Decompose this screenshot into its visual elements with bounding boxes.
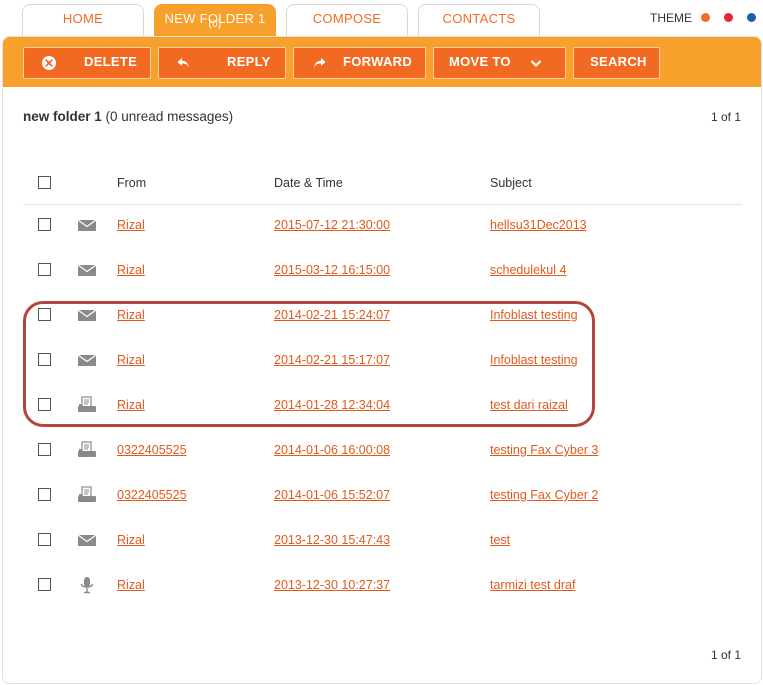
row-subject-link[interactable]: test [490, 533, 510, 547]
tab-label: CONTACTS [442, 11, 516, 26]
row-checkbox[interactable] [38, 443, 51, 456]
forward-label: FORWARD [343, 54, 413, 69]
reply-button[interactable]: REPLY [158, 47, 286, 79]
row-subject-link[interactable]: testing Fax Cyber 3 [490, 443, 598, 457]
table-row: Rizal 2014-02-21 15:17:07 Infoblast testin… [3, 340, 761, 385]
pager-bottom: 1 of 1 [710, 648, 741, 662]
row-subject-link[interactable]: tarmizi test draf [490, 578, 575, 592]
row-checkbox[interactable] [38, 578, 51, 591]
row-datetime-link[interactable]: 2014-01-28 12:34:04 [274, 398, 390, 412]
theme-swatch-orange[interactable] [701, 13, 710, 22]
envelope-icon [77, 351, 97, 369]
column-header-subject: Subject [490, 176, 532, 190]
move-to-label: MOVE TO [449, 54, 511, 69]
search-label: SEARCH [590, 54, 647, 69]
row-subject-link[interactable]: Infoblast testing [490, 308, 578, 322]
row-subject-link[interactable]: Infoblast testing [490, 353, 578, 367]
delete-button[interactable]: DELETE [23, 47, 151, 79]
row-from-link[interactable]: Rizal [117, 578, 145, 592]
table-row: Rizal 2013-12-30 10:27:37 tarmizi test dra… [3, 565, 761, 610]
theme-swatch-red[interactable] [724, 13, 733, 22]
row-subject-link[interactable]: test dari raizal [490, 398, 568, 412]
fax-icon [77, 396, 97, 414]
chevron-down-icon [531, 60, 541, 67]
row-from-link[interactable]: Rizal [117, 263, 145, 277]
row-datetime-link[interactable]: 2015-07-12 21:30:00 [274, 218, 390, 232]
column-header-date-time: Date & Time [274, 176, 343, 190]
row-from-link[interactable]: 0322405525 [117, 443, 187, 457]
tab-contacts[interactable]: CONTACTS [418, 4, 540, 38]
row-datetime-link[interactable]: 2013-12-30 10:27:37 [274, 578, 390, 592]
select-all-checkbox[interactable] [38, 176, 51, 189]
envelope-icon [77, 531, 97, 549]
tab-home[interactable]: HOME [22, 4, 144, 38]
move-to-dropdown[interactable]: MOVE TO [433, 47, 566, 79]
search-button[interactable]: SEARCH [573, 47, 660, 79]
row-from-link[interactable]: Rizal [117, 398, 145, 412]
theme-swatch-blue[interactable] [747, 13, 756, 22]
table-row: Rizal 2015-07-12 21:30:00 hellsu31Dec2013 [3, 205, 761, 250]
row-datetime-link[interactable]: 2014-02-21 15:17:07 [274, 353, 390, 367]
table-row: Rizal 2013-12-30 15:47:43 test [3, 520, 761, 565]
row-datetime-link[interactable]: 2015-03-12 16:15:00 [274, 263, 390, 277]
row-datetime-link[interactable]: 2013-12-30 15:47:43 [274, 533, 390, 547]
table-row: 0322405525 2014-01-06 15:52:07 testing Fax… [3, 475, 761, 520]
reply-arrow-icon [177, 58, 189, 68]
table-row: Rizal 2014-02-21 15:24:07 Infoblast testin… [3, 295, 761, 340]
mail-panel: DELETE REPLY FORWARD MOVE TO SEARCH new … [2, 36, 762, 684]
row-checkbox[interactable] [38, 353, 51, 366]
envelope-icon [77, 216, 97, 234]
table-row: Rizal 2014-01-28 12:34:04 test dari raizal [3, 385, 761, 430]
row-subject-link[interactable]: testing Fax Cyber 2 [490, 488, 598, 502]
row-from-link[interactable]: Rizal [117, 308, 145, 322]
tab-unread-count: (0) [208, 19, 222, 30]
tab-label: HOME [62, 11, 104, 26]
envelope-icon [77, 306, 97, 324]
row-checkbox[interactable] [38, 218, 51, 231]
column-header-from: From [117, 176, 147, 190]
close-circle-icon [42, 56, 56, 70]
folder-title: new folder 1 (0 unread messages) [23, 109, 233, 124]
row-from-link[interactable]: 0322405525 [117, 488, 187, 502]
row-from-link[interactable]: Rizal [117, 353, 145, 367]
forward-button[interactable]: FORWARD [293, 47, 426, 79]
row-checkbox[interactable] [38, 308, 51, 321]
reply-label: REPLY [227, 54, 271, 69]
microphone-icon [77, 576, 97, 594]
row-from-link[interactable]: Rizal [117, 218, 145, 232]
row-datetime-link[interactable]: 2014-01-06 16:00:08 [274, 443, 390, 457]
row-checkbox[interactable] [38, 533, 51, 546]
delete-label: DELETE [84, 54, 138, 69]
fax-icon [77, 441, 97, 459]
fax-icon [77, 486, 97, 504]
row-subject-link[interactable]: hellsu31Dec2013 [490, 218, 587, 232]
pager-top: 1 of 1 [710, 110, 741, 124]
table-row: Rizal 2015-03-12 16:15:00 schedulekul 4 [3, 250, 761, 295]
row-checkbox[interactable] [38, 488, 51, 501]
toolbar: DELETE REPLY FORWARD MOVE TO SEARCH [3, 37, 761, 87]
unread-count: (0 unread messages) [105, 109, 234, 124]
row-from-link[interactable]: Rizal [117, 533, 145, 547]
row-datetime-link[interactable]: 2014-01-06 15:52:07 [274, 488, 390, 502]
tab-compose[interactable]: COMPOSE [286, 4, 408, 38]
table-row: 0322405525 2014-01-06 16:00:08 testing Fax… [3, 430, 761, 475]
row-checkbox[interactable] [38, 398, 51, 411]
folder-name: new folder 1 [23, 109, 102, 124]
row-subject-link[interactable]: schedulekul 4 [490, 263, 566, 277]
envelope-icon [77, 261, 97, 279]
forward-arrow-icon [314, 58, 326, 68]
row-checkbox[interactable] [38, 263, 51, 276]
tab-label: COMPOSE [312, 11, 382, 26]
tab-new-folder-1[interactable]: NEW FOLDER 1 (0) [154, 4, 276, 38]
theme-label: THEME [650, 11, 692, 25]
row-datetime-link[interactable]: 2014-02-21 15:24:07 [274, 308, 390, 322]
